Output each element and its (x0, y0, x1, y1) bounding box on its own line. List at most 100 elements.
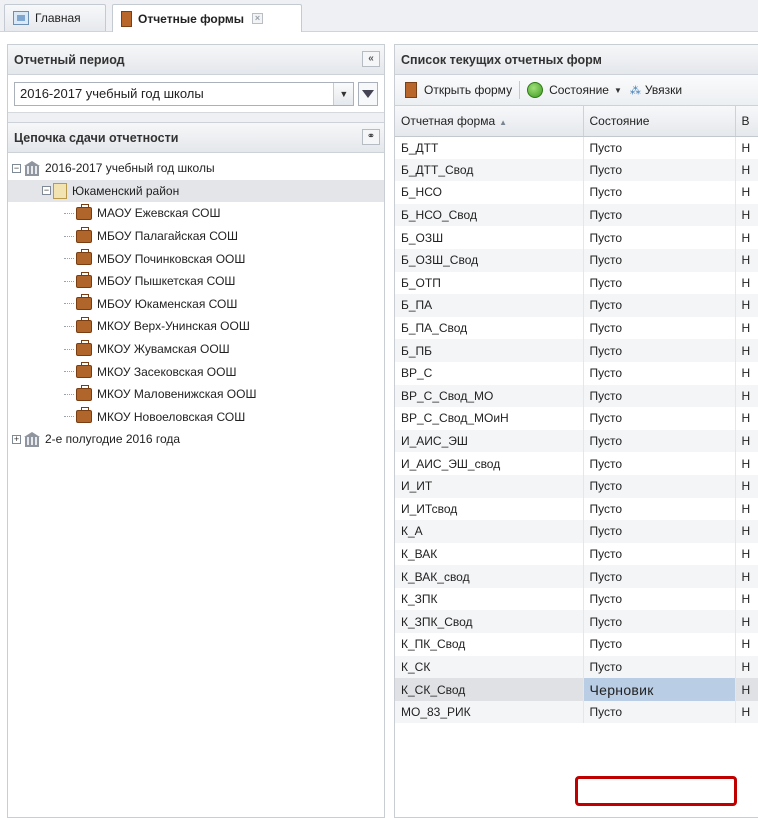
table-row[interactable]: Б_ПА Пусто Н (395, 294, 758, 317)
district-icon (53, 182, 67, 199)
tree-node-label: 2-е полугодие 2016 года (45, 432, 181, 447)
table-row[interactable]: И_ИТсвод Пусто Н (395, 497, 758, 521)
cell-third: Н (735, 633, 758, 656)
table-row[interactable]: МО_83_РИК Пусто Н (395, 700, 758, 724)
table-row[interactable]: К_ЗПК_Свод Пусто Н (395, 610, 758, 634)
cell-form: ВР_С_Свод_МО (395, 384, 584, 408)
cell-third: Н (735, 474, 758, 498)
tree-node-label: МБОУ Пышкетская СОШ (97, 274, 236, 289)
table-row[interactable]: Б_ОТП Пусто Н (395, 271, 758, 295)
cell-third: Н (735, 520, 758, 543)
tree-node-school[interactable]: МКОУ Новоеловская СОШ (8, 406, 384, 429)
table-row[interactable]: И_ИТ Пусто Н (395, 474, 758, 498)
cell-state: Пусто (583, 587, 736, 611)
table-row[interactable]: Б_ПА_Свод Пусто Н (395, 316, 758, 340)
table-row[interactable]: ВР_С Пусто Н (395, 361, 758, 385)
cell-state: Пусто (583, 271, 736, 295)
table-row[interactable]: К_ВАК_свод Пусто Н (395, 565, 758, 588)
table-row[interactable]: К_ВАК Пусто Н (395, 542, 758, 566)
period-row: 2016-2017 учебный год школы ▼ (8, 75, 384, 113)
table-row[interactable]: Б_ОЗШ Пусто Н (395, 226, 758, 249)
links-button[interactable]: ⁂ Увязки (630, 83, 682, 97)
table-row[interactable]: Б_ДТТ_Свод Пусто Н (395, 158, 758, 182)
cell-third: Н (735, 610, 758, 634)
tree-node-school[interactable]: МКОУ Маловенижская ООШ (8, 383, 384, 406)
cell-state: Пусто (583, 361, 736, 385)
tree-node-school[interactable]: МБОУ Пышкетская СОШ (8, 270, 384, 293)
cell-state: Пусто (583, 407, 736, 430)
table-row[interactable]: К_СК Пусто Н (395, 655, 758, 679)
tab-bar: Главная Отчетные формы × (0, 0, 758, 32)
links-label: Увязки (644, 83, 683, 97)
tree-node-root[interactable]: − 2016-2017 учебный год школы (8, 157, 384, 180)
tree-node-label: МКОУ Маловенижская ООШ (97, 387, 257, 402)
status-button[interactable]: Состояние ▼ (527, 82, 622, 98)
cell-state: Пусто (583, 158, 736, 182)
tree-node-school[interactable]: МКОУ Жувамская ООШ (8, 338, 384, 361)
chevron-down-icon[interactable]: ▼ (614, 86, 622, 95)
close-icon[interactable]: × (252, 13, 264, 24)
column-header-state[interactable]: Состояние (583, 106, 736, 137)
tree-node-label: Юкаменский район (72, 183, 180, 198)
tree-node-school[interactable]: МАОУ Ежевская СОШ (8, 202, 384, 225)
briefcase-icon (76, 316, 92, 333)
tree-node-school[interactable]: МКОУ Засековская ООШ (8, 360, 384, 383)
check-circle-icon (527, 82, 544, 98)
chevron-down-icon[interactable]: ▼ (333, 82, 354, 105)
table-header-row: Отчетная форма ▲ Состояние В (395, 106, 758, 137)
table-row[interactable]: К_СК_Свод Черновик Н (395, 678, 758, 701)
cell-form: МО_83_РИК (395, 700, 584, 724)
cell-form: К_ЗПК (395, 587, 584, 611)
cell-state: Пусто (583, 316, 736, 340)
tree-node-school[interactable]: МБОУ Юкаменская СОШ (8, 293, 384, 316)
column-header-form[interactable]: Отчетная форма ▲ (395, 106, 584, 137)
collapse-node-icon[interactable]: − (42, 186, 51, 196)
cell-third: Н (735, 407, 758, 430)
cell-form: Б_НСО (395, 181, 584, 204)
binoculars-icon[interactable]: ⚭ (362, 129, 380, 145)
table-row[interactable]: И_АИС_ЭШ_свод Пусто Н (395, 452, 758, 475)
tree-node-second-half[interactable]: + 2-е полугодие 2016 года (8, 428, 384, 451)
briefcase-icon (76, 226, 92, 243)
table-row[interactable]: Б_ОЗШ_Свод Пусто Н (395, 248, 758, 272)
table-row[interactable]: К_ПК_Свод Пусто Н (395, 633, 758, 656)
filter-button[interactable] (358, 81, 378, 106)
tab-report-forms[interactable]: Отчетные формы × (112, 4, 302, 32)
table-row[interactable]: Б_НСО_Свод Пусто Н (395, 203, 758, 227)
collapse-icon[interactable]: « (362, 51, 380, 67)
collapse-node-icon[interactable]: − (12, 163, 21, 173)
table-row[interactable]: Б_ДТТ Пусто Н (395, 136, 758, 159)
tree-node-district[interactable]: − Юкаменский район (8, 179, 384, 203)
table-row[interactable]: К_А Пусто Н (395, 520, 758, 543)
cell-state: Пусто (583, 294, 736, 317)
expand-node-icon[interactable]: + (12, 434, 21, 444)
table-row[interactable]: ВР_С_Свод_МО Пусто Н (395, 384, 758, 408)
table-row[interactable]: И_АИС_ЭШ Пусто Н (395, 429, 758, 453)
tree-node-school[interactable]: МБОУ Палагайская СОШ (8, 225, 384, 248)
table-row[interactable]: Б_НСО Пусто Н (395, 181, 758, 204)
cell-third: Н (735, 203, 758, 227)
cell-form: ВР_С (395, 361, 584, 385)
column-header-third[interactable]: В (735, 106, 758, 137)
briefcase-icon (76, 271, 92, 288)
cell-third: Н (735, 655, 758, 679)
cell-form: Б_ПБ (395, 339, 584, 362)
table-row[interactable]: Б_ПБ Пусто Н (395, 339, 758, 362)
status-label: Состояние (549, 83, 609, 97)
tab-home[interactable]: Главная (4, 4, 106, 31)
cell-form: К_ПК_Свод (395, 633, 584, 656)
cell-form: Б_ДТТ_Свод (395, 158, 584, 182)
section-divider (8, 113, 384, 123)
tree-node-label: МКОУ Новоеловская СОШ (97, 409, 246, 424)
cell-form: Б_НСО_Свод (395, 203, 584, 227)
open-form-button[interactable]: Открыть форму (405, 82, 512, 98)
table-row[interactable]: ВР_С_Свод_МОиН Пусто Н (395, 407, 758, 430)
period-select[interactable]: 2016-2017 учебный год школы ▼ (14, 81, 355, 106)
cell-third: Н (735, 158, 758, 182)
cell-form: К_ВАК_свод (395, 565, 584, 588)
institution-icon (23, 161, 41, 177)
period-header: Отчетный период « (8, 45, 384, 75)
table-row[interactable]: К_ЗПК Пусто Н (395, 587, 758, 611)
tree-node-school[interactable]: МБОУ Починковская ООШ (8, 247, 384, 270)
tree-node-school[interactable]: МКОУ Верх-Унинская ООШ (8, 315, 384, 338)
